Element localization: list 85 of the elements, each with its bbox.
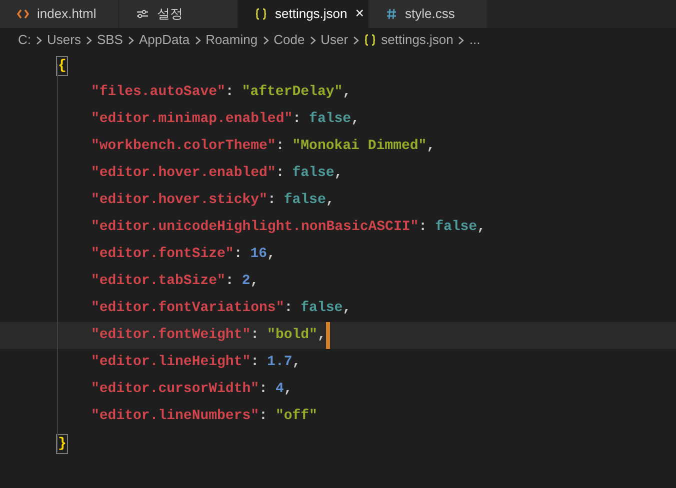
comma: , xyxy=(326,191,334,210)
breadcrumb-item[interactable]: User xyxy=(320,30,348,50)
editor-tab[interactable]: settings.json × xyxy=(238,0,369,28)
editor-tab[interactable]: index.html xyxy=(0,0,119,28)
chevron-icon xyxy=(353,36,360,44)
chevron-icon xyxy=(194,36,201,44)
json-key: "editor.fontVariations" xyxy=(91,298,284,319)
json-key: "editor.lineNumbers" xyxy=(91,406,260,427)
comma: , xyxy=(284,380,292,399)
comma: , xyxy=(477,218,486,237)
colon: : xyxy=(284,299,293,318)
code-brace: { xyxy=(56,56,68,76)
code-icon xyxy=(17,9,29,19)
json-key: "editor.cursorWidth" xyxy=(91,379,260,400)
chevron-icon xyxy=(86,36,92,44)
json-key: "workbench.colorTheme" xyxy=(91,136,276,157)
comma: , xyxy=(351,110,360,129)
json-value: 4 xyxy=(275,380,284,399)
colon: : xyxy=(276,164,284,183)
colon: : xyxy=(418,218,428,237)
breadcrumb-item[interactable]: ... xyxy=(469,30,480,50)
comma: , xyxy=(426,137,436,156)
colon: : xyxy=(225,83,234,102)
json-value: "Monokai Dimmed" xyxy=(292,137,427,156)
colon: : xyxy=(250,353,260,372)
comma: , xyxy=(334,164,343,183)
hash-icon xyxy=(386,8,397,20)
comma: , xyxy=(342,83,352,102)
json-key: "files.autoSave" xyxy=(91,82,226,103)
comma: , xyxy=(250,272,259,291)
json-value: 2 xyxy=(242,272,250,291)
breadcrumb-item[interactable]: AppData xyxy=(138,30,190,50)
colon: : xyxy=(259,380,268,399)
colon: : xyxy=(276,137,284,156)
comma: , xyxy=(342,299,352,318)
breadcrumb-item[interactable]: Roaming xyxy=(206,30,258,50)
close-button[interactable]: × xyxy=(355,2,364,26)
json-value: false xyxy=(292,164,334,183)
json-key: "editor.lineHeight" xyxy=(91,352,251,373)
tab-label: index.html xyxy=(37,5,96,24)
json-key: "editor.unicodeHighlight.nonBasicASCII" xyxy=(91,217,419,238)
text-cursor xyxy=(326,322,330,349)
comma: , xyxy=(267,245,276,264)
json-key: "editor.minimap.enabled" xyxy=(91,109,293,130)
json-value: false xyxy=(300,299,343,318)
breadcrumb-item[interactable]: Users xyxy=(47,30,81,50)
breadcrumb-item[interactable]: settings.json xyxy=(381,30,454,50)
chevron-icon xyxy=(310,36,316,44)
braces-icon xyxy=(255,8,267,20)
colon: : xyxy=(250,326,260,345)
braces-icon xyxy=(364,34,376,46)
code-brace: } xyxy=(56,434,68,454)
tab-label: style.css xyxy=(405,5,455,24)
json-key: "editor.hover.sticky" xyxy=(91,190,268,211)
json-value: "afterDelay" xyxy=(242,83,343,102)
json-value: false xyxy=(435,218,478,237)
chevron-icon xyxy=(458,36,464,44)
colon: : xyxy=(234,245,242,264)
json-value: false xyxy=(309,110,352,129)
chevron-icon xyxy=(36,36,42,44)
json-key: "editor.hover.enabled" xyxy=(91,163,276,184)
json-key: "editor.fontSize" xyxy=(91,244,234,265)
chevron-icon xyxy=(262,36,269,44)
json-value: 16 xyxy=(250,245,268,264)
breadcrumb-item[interactable]: C: xyxy=(18,30,31,50)
colon: : xyxy=(292,110,302,129)
comma: , xyxy=(317,326,326,345)
chevron-icon xyxy=(128,36,134,44)
colon: : xyxy=(225,272,234,291)
comma: , xyxy=(292,353,301,372)
sliders-icon xyxy=(136,9,149,19)
breadcrumb-item[interactable]: SBS xyxy=(96,30,123,50)
json-value: "bold" xyxy=(267,326,318,345)
editor-tab[interactable]: 설정 xyxy=(119,0,238,28)
tab-label: 설정 xyxy=(157,5,183,24)
editor-tab[interactable]: style.css xyxy=(369,0,488,28)
json-key: "editor.fontWeight" xyxy=(91,325,251,346)
breadcrumb-item[interactable]: Code xyxy=(274,30,305,50)
json-value: 1.7 xyxy=(267,353,292,372)
json-value: "off" xyxy=(275,407,318,426)
colon: : xyxy=(259,407,268,426)
json-value: false xyxy=(284,191,326,210)
json-key: "editor.tabSize" xyxy=(91,271,226,292)
tab-label: settings.json xyxy=(275,5,348,24)
colon: : xyxy=(267,191,276,210)
